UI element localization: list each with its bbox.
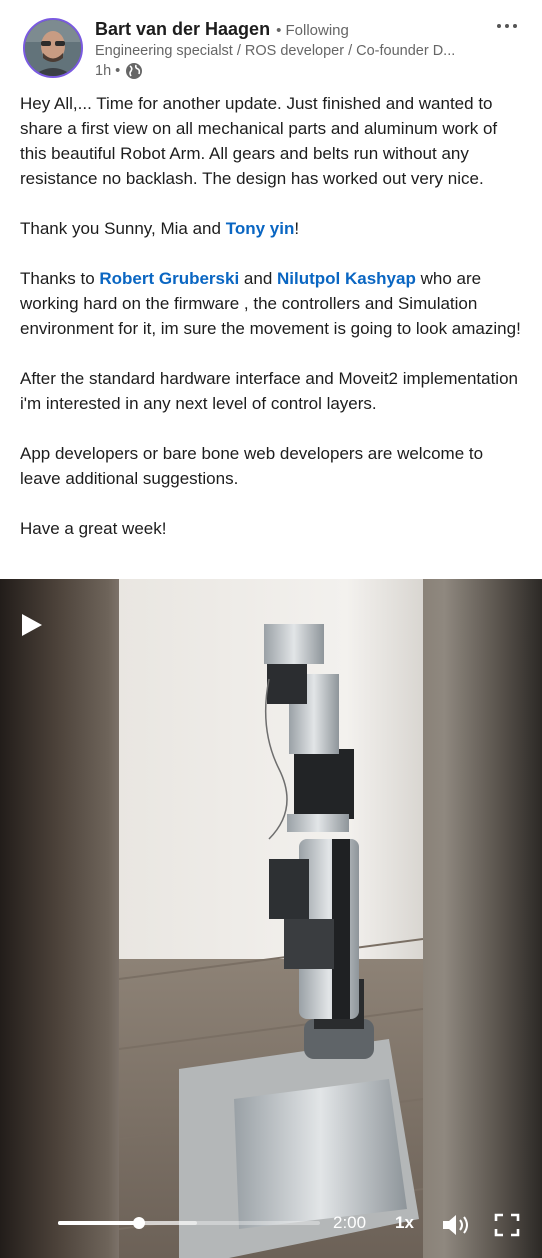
author-headline: Engineering specialst / ROS developer / … xyxy=(95,43,456,59)
author-name[interactable]: Bart van der Haagen xyxy=(95,19,270,40)
post-paragraph: Hey All,... Time for another update. Jus… xyxy=(20,91,525,191)
post-paragraph: App developers or bare bone web develope… xyxy=(20,441,525,491)
post-meta: 1h • xyxy=(95,62,143,80)
progress-bar[interactable] xyxy=(58,1217,320,1229)
post-text-segment: Have a great week! xyxy=(20,519,167,538)
playback-speed-button[interactable]: 1x xyxy=(395,1213,414,1233)
post-text-segment: and xyxy=(239,269,277,288)
post-paragraph: Thanks to Robert Gruberski and Nilutpol … xyxy=(20,266,525,341)
author-row: Bart van der Haagen • Following xyxy=(95,19,349,40)
post-text-segment: Hey All,... Time for another update. Jus… xyxy=(20,94,498,188)
mention-link[interactable]: Nilutpol Kashyap xyxy=(277,269,416,288)
video-frame xyxy=(119,579,423,1258)
post-paragraph: Thank you Sunny, Mia and Tony yin! xyxy=(20,216,525,241)
mention-link[interactable]: Robert Gruberski xyxy=(99,269,239,288)
fullscreen-icon[interactable] xyxy=(494,1213,520,1237)
progress-played xyxy=(58,1221,140,1225)
video-player[interactable]: 2:00 1x xyxy=(0,579,542,1258)
more-horizontal-icon[interactable] xyxy=(492,14,522,38)
avatar[interactable] xyxy=(23,18,83,78)
post-time: 1h • xyxy=(95,63,121,79)
post-text-segment: After the standard hardware interface an… xyxy=(20,369,518,413)
follow-status: • Following xyxy=(276,22,349,39)
time-remaining: 2:00 xyxy=(333,1213,367,1232)
globe-icon xyxy=(125,62,143,80)
volume-icon[interactable] xyxy=(441,1213,471,1237)
post-header: Bart van der Haagen • Following Engineer… xyxy=(0,0,542,90)
mention-link[interactable]: Tony yin xyxy=(226,219,295,238)
post-paragraph: After the standard hardware interface an… xyxy=(20,366,525,416)
progress-knob[interactable] xyxy=(133,1217,146,1229)
play-icon[interactable] xyxy=(18,612,44,638)
post-body: Hey All,... Time for another update. Jus… xyxy=(20,91,525,566)
post-text-segment: Thank you Sunny, Mia and xyxy=(20,219,226,238)
post-paragraph: Have a great week! xyxy=(20,516,525,541)
post-text-segment: ! xyxy=(294,219,300,238)
post-text-segment: Thanks to xyxy=(20,269,100,288)
post-text-segment: App developers or bare bone web develope… xyxy=(20,444,484,488)
